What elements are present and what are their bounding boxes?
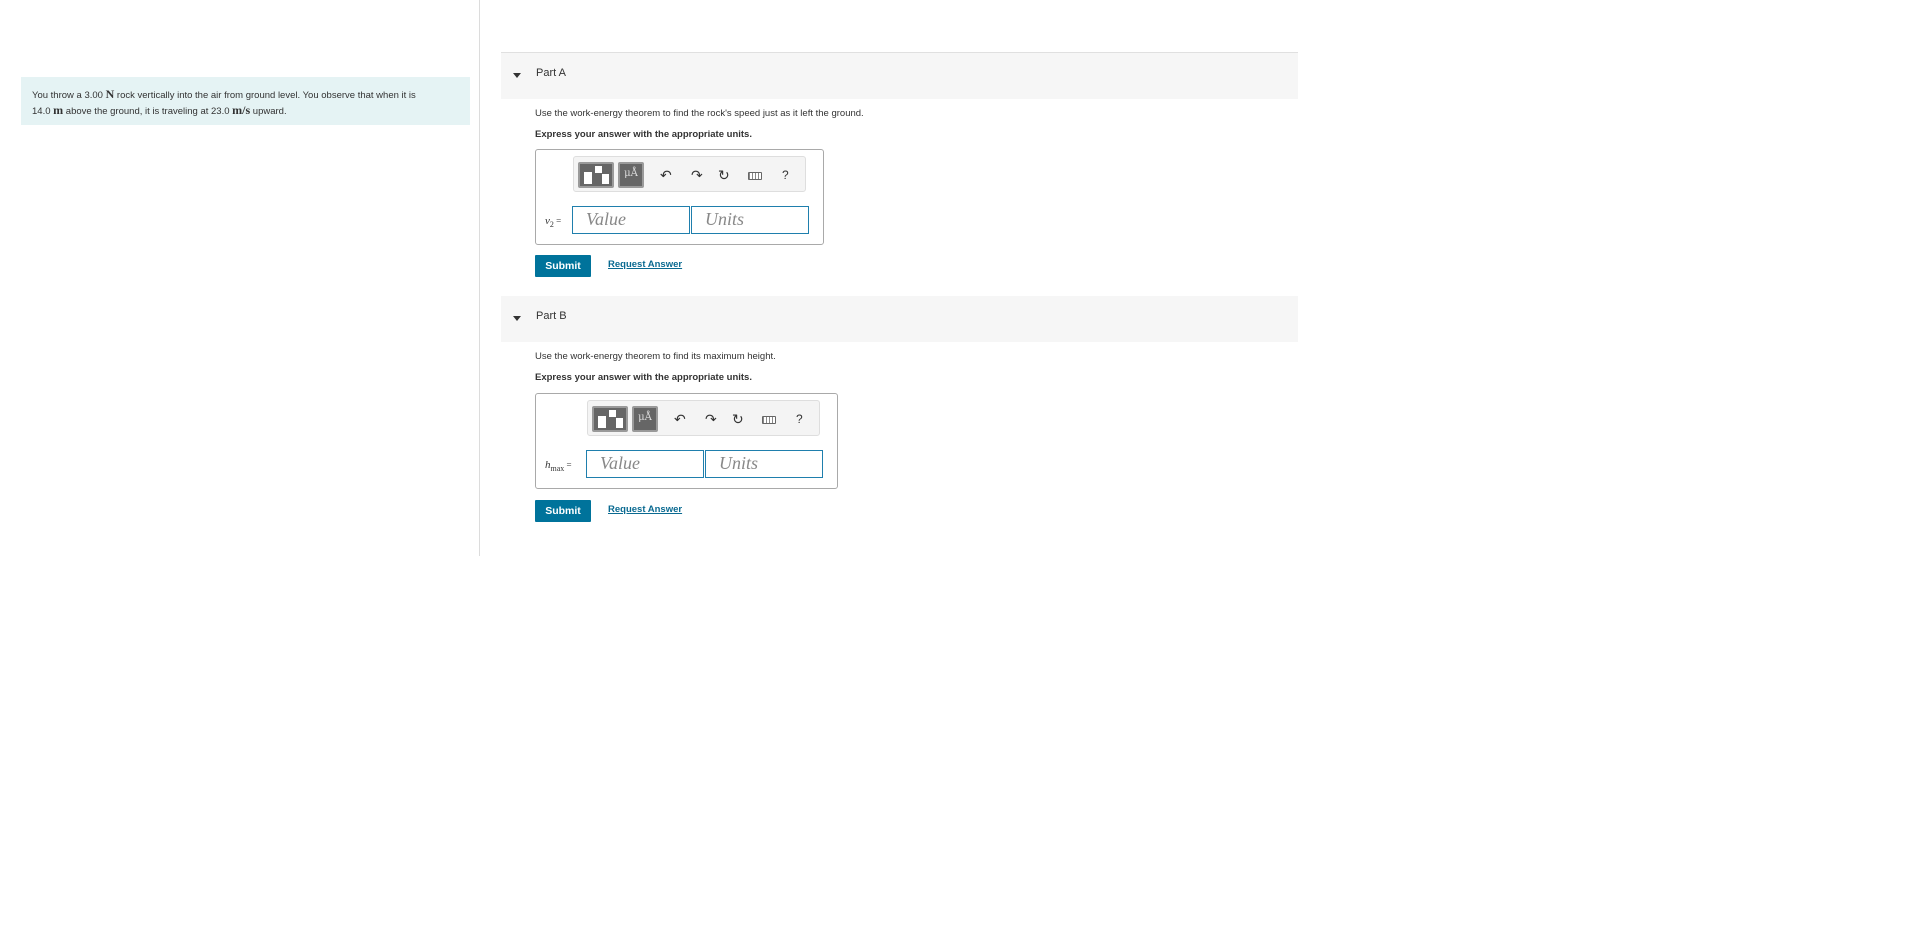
answer-box: μÅ ↶ ↷ ↻ ? v2 = Value Units — [535, 149, 824, 245]
request-answer-link[interactable]: Request Answer — [608, 504, 682, 515]
submit-button[interactable]: Submit — [535, 500, 591, 522]
problem-text: 14.0 — [32, 106, 54, 117]
template-block — [602, 174, 609, 184]
templates-button[interactable] — [592, 406, 628, 432]
parts-pane: Part A Use the work-energy theorem to fi… — [501, 0, 1298, 560]
undo-icon[interactable]: ↶ — [674, 410, 686, 428]
keyboard-icon[interactable] — [748, 172, 762, 180]
problem-text: You throw a 3.00 — [32, 90, 106, 101]
problem-pane: You throw a 3.00 N rock vertically into … — [0, 0, 480, 556]
problem-statement: You throw a 3.00 N rock vertically into … — [21, 77, 470, 125]
variable-label: hmax = — [545, 459, 572, 473]
keyboard-icon[interactable] — [762, 416, 776, 424]
help-button[interactable]: ? — [782, 166, 789, 184]
request-answer-link[interactable]: Request Answer — [608, 259, 682, 270]
undo-icon[interactable]: ↶ — [660, 166, 672, 184]
part-title: Part B — [536, 310, 567, 322]
part-b-header[interactable]: Part B — [501, 296, 1298, 342]
equals-sign: = — [564, 460, 572, 470]
variable-label: v2 = — [545, 215, 561, 229]
redo-icon[interactable]: ↷ — [691, 166, 703, 184]
reset-icon[interactable]: ↻ — [718, 166, 730, 184]
problem-text: above the ground, it is traveling at 23.… — [63, 106, 233, 117]
equals-sign: = — [553, 216, 562, 226]
template-block — [616, 418, 623, 428]
template-block — [584, 172, 592, 184]
redo-icon[interactable]: ↷ — [705, 410, 717, 428]
template-block — [598, 416, 606, 428]
units-input[interactable]: Units — [691, 206, 809, 234]
value-input[interactable]: Value — [572, 206, 690, 234]
answer-box: μÅ ↶ ↷ ↻ ? hmax = Value Units — [535, 393, 838, 489]
math-toolbar: μÅ ↶ ↷ ↻ ? — [587, 400, 820, 436]
unit-meters-per-second: m/s — [232, 103, 251, 117]
part-a-header[interactable]: Part A — [501, 53, 1298, 99]
variable-subscript: max — [550, 464, 565, 474]
template-block — [609, 410, 616, 417]
part-prompt: Use the work-energy theorem to find its … — [535, 351, 776, 362]
template-block — [595, 166, 602, 173]
problem-text: rock vertically into the air from ground… — [114, 90, 416, 101]
unit-meter: m — [53, 103, 64, 117]
problem-line-1: You throw a 3.00 N rock vertically into … — [32, 87, 459, 103]
chevron-down-icon — [513, 73, 521, 78]
part-prompt: Use the work-energy theorem to find the … — [535, 108, 864, 119]
submit-button[interactable]: Submit — [535, 255, 591, 277]
chevron-down-icon — [513, 316, 521, 321]
units-button[interactable]: μÅ — [632, 406, 658, 432]
unit-newton: N — [105, 87, 115, 101]
math-toolbar: μÅ ↶ ↷ ↻ ? — [573, 156, 806, 192]
help-button[interactable]: ? — [796, 410, 803, 428]
part-instruction: Express your answer with the appropriate… — [535, 372, 752, 383]
value-input[interactable]: Value — [586, 450, 704, 478]
problem-text: upward. — [250, 106, 287, 117]
part-title: Part A — [536, 67, 566, 79]
units-button[interactable]: μÅ — [618, 162, 644, 188]
units-input[interactable]: Units — [705, 450, 823, 478]
templates-button[interactable] — [578, 162, 614, 188]
problem-line-2: 14.0 m above the ground, it is traveling… — [32, 103, 459, 119]
part-instruction: Express your answer with the appropriate… — [535, 129, 752, 140]
reset-icon[interactable]: ↻ — [732, 410, 744, 428]
